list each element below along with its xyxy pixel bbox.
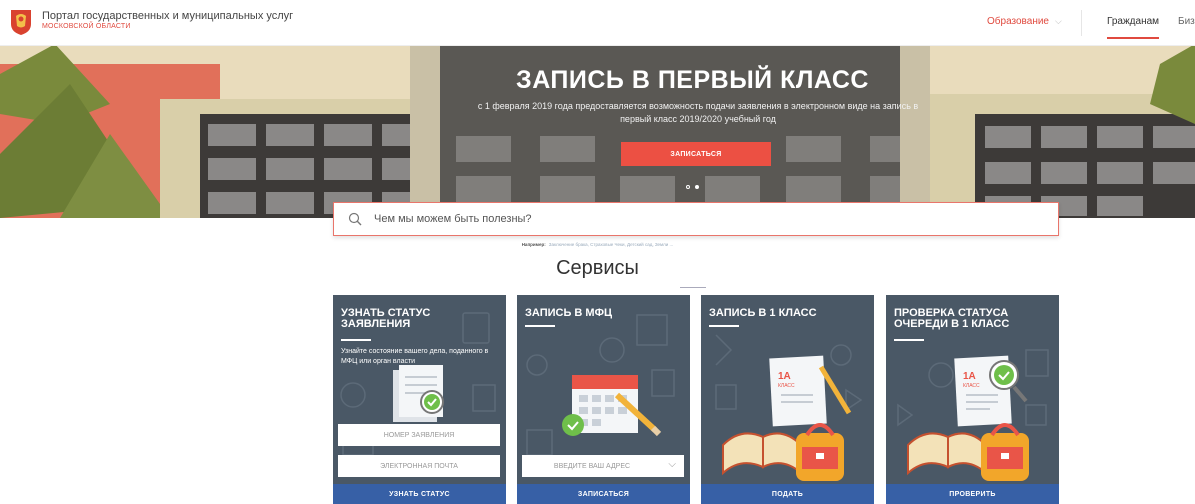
category-select[interactable]: Образование ⌵	[987, 16, 1062, 27]
example-links[interactable]: Заключение брака, Страховые Чеки, Детски…	[549, 242, 674, 247]
hero-banner: ЗАПИСЬ В ПЕРВЫЙ КЛАСС с 1 февраля 2019 г…	[0, 44, 1195, 218]
application-number-input[interactable]	[338, 424, 500, 446]
search-icon[interactable]	[348, 212, 362, 226]
header: Портал государственных и муниципальных у…	[0, 0, 1195, 46]
check-button[interactable]: ПРОВЕРИТЬ	[886, 484, 1059, 504]
chevron-down-icon: ⌵	[1054, 16, 1062, 26]
search-examples: Например: Заключение брака, Страховые Чек…	[0, 242, 1195, 247]
card-title-underline	[341, 339, 371, 341]
card-title: ЗАПИСЬ В МФЦ	[525, 307, 612, 319]
hero-subtitle: с 1 февраля 2019 года предоставляется во…	[477, 101, 919, 124]
search-box	[333, 202, 1059, 236]
card-badge-class: 1А	[778, 371, 791, 382]
service-card-mfc: ЗАПИСЬ В МФЦ ⌵ ЗАПИСАТЬСЯ	[517, 295, 690, 504]
nav-business[interactable]: Биз	[1178, 16, 1195, 27]
category-label: Образование	[987, 16, 1049, 27]
card-title: УЗНАТЬ СТАТУС ЗАЯВЛЕНИЯ	[341, 307, 431, 330]
portal-subtitle: МОСКОВСКОЙ ОБЛАСТИ	[42, 23, 131, 30]
card-title-underline	[525, 325, 555, 327]
coat-of-arms-logo[interactable]	[9, 8, 33, 36]
card-title: ЗАПИСЬ В 1 КЛАСС	[709, 307, 817, 319]
slider-dot-active[interactable]	[695, 185, 699, 189]
nav-citizens[interactable]: Гражданам	[1107, 16, 1160, 39]
service-card-first-grade: 1А КЛАСС ЗАПИСЬ В 1 КЛАСС ПОДАТЬ	[701, 295, 874, 504]
check-status-button[interactable]: УЗНАТЬ СТАТУС	[333, 484, 506, 504]
header-divider	[1081, 10, 1082, 36]
card-badge-class-label: КЛАСС	[778, 383, 795, 389]
hero-signup-button[interactable]: ЗАПИСАТЬСЯ	[621, 142, 771, 166]
portal-title[interactable]: Портал государственных и муниципальных у…	[42, 10, 293, 22]
slider-dot[interactable]	[686, 185, 690, 189]
slider-dots	[686, 185, 699, 189]
card-title-underline	[894, 339, 924, 341]
service-card-queue-status: 1А КЛАСС ПРОВЕРКА СТАТУСА ОЧЕРЕДИ В 1 КЛ…	[886, 295, 1059, 504]
service-card-status: УЗНАТЬ СТАТУС ЗАЯВЛЕНИЯ Узнайте состояни…	[333, 295, 506, 504]
address-input[interactable]	[522, 455, 662, 477]
email-input[interactable]	[338, 455, 500, 477]
address-select[interactable]: ⌵	[522, 455, 684, 477]
page: Портал государственных и муниципальных у…	[0, 0, 1195, 504]
card-title-underline	[709, 325, 739, 327]
card-title: ПРОВЕРКА СТАТУСА ОЧЕРЕДИ В 1 КЛАСС	[894, 307, 1010, 330]
services-underline	[680, 287, 706, 288]
card-badge-class: 1А	[963, 371, 976, 382]
example-label: Например:	[521, 242, 546, 247]
chevron-down-icon[interactable]: ⌵	[668, 459, 676, 470]
search-input[interactable]	[374, 203, 1034, 235]
signup-mfc-button[interactable]: ЗАПИСАТЬСЯ	[517, 484, 690, 504]
hero-title: ЗАПИСЬ В ПЕРВЫЙ КЛАСС	[516, 66, 869, 94]
submit-button[interactable]: ПОДАТЬ	[701, 484, 874, 504]
services-title: Сервисы	[556, 257, 639, 279]
card-badge-class-label: КЛАСС	[963, 383, 980, 389]
card-description: Узнайте состояние вашего дела, поданного…	[341, 348, 489, 365]
